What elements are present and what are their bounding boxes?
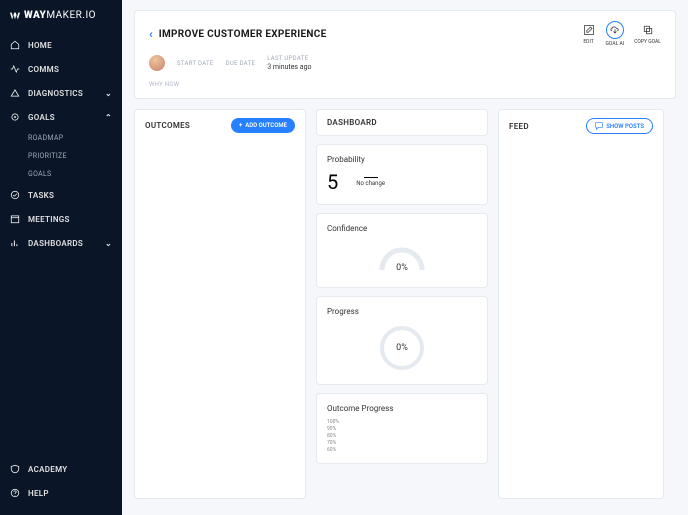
feed-panel: FEED SHOW POSTS xyxy=(498,109,664,499)
confidence-gauge: 0% xyxy=(377,243,427,273)
sidebar-item-label: COMMS xyxy=(28,65,59,74)
no-change-text: No change xyxy=(356,180,385,187)
action-label: GOAL AI xyxy=(606,41,625,47)
dashboard-panel: DASHBOARD Probability 5 No change Confid… xyxy=(316,109,488,499)
tick-label: 80% xyxy=(327,433,477,439)
meta-label: LAST UPDATE xyxy=(267,55,311,62)
no-change-indicator: No change xyxy=(356,177,385,187)
meta-label: START DATE xyxy=(177,60,214,67)
edit-goal-button[interactable]: EDIT xyxy=(582,23,596,45)
sidebar-item-comms[interactable]: COMMS xyxy=(0,57,122,81)
sidebar: WAYMAKER.IO HOME COMMS DIAGNOSTICS ⌄ GOA… xyxy=(0,0,122,515)
sidebar-subitem-prioritize[interactable]: PRIORITIZE xyxy=(0,147,122,165)
activity-icon xyxy=(10,64,20,74)
outcome-progress-ticks: 100% 90% 80% 70% 60% xyxy=(327,419,477,453)
last-update-field: LAST UPDATE 3 minutes ago xyxy=(267,55,311,71)
avatar xyxy=(149,55,165,71)
bar-chart-icon xyxy=(10,238,20,248)
sidebar-item-label: GOALS xyxy=(28,113,55,122)
sidebar-subitem-label: PRIORITIZE xyxy=(28,152,67,160)
chevron-down-icon: ⌄ xyxy=(105,239,112,248)
triangle-icon xyxy=(10,88,20,98)
sidebar-item-label: DASHBOARDS xyxy=(28,239,83,248)
panel-title: FEED xyxy=(509,122,529,131)
goal-ai-button[interactable]: GOAL AI xyxy=(606,21,625,47)
sidebar-item-goals[interactable]: GOALS ⌃ xyxy=(0,105,122,129)
logo: WAYMAKER.IO xyxy=(0,10,122,33)
outcome-progress-card: Outcome Progress 100% 90% 80% 70% 60% xyxy=(316,393,488,464)
progress-card: Progress 0% xyxy=(316,296,488,385)
sidebar-item-tasks[interactable]: TASKS xyxy=(0,183,122,207)
card-label: Confidence xyxy=(327,224,477,233)
sidebar-item-meetings[interactable]: MEETINGS xyxy=(0,207,122,231)
outcomes-panel: OUTCOMES + ADD OUTCOME xyxy=(134,109,306,499)
check-circle-icon xyxy=(10,190,20,200)
sidebar-subitem-label: GOALS xyxy=(28,170,52,178)
card-label: Probability xyxy=(327,155,477,164)
probability-card: Probability 5 No change xyxy=(316,144,488,205)
chevron-up-icon: ⌃ xyxy=(105,113,112,122)
main: ‹ IMPROVE CUSTOMER EXPERIENCE EDIT GOAL … xyxy=(122,0,688,515)
target-icon xyxy=(10,112,20,122)
sidebar-item-label: MEETINGS xyxy=(28,215,70,224)
card-label: Progress xyxy=(327,307,477,316)
tick-label: 60% xyxy=(327,447,477,453)
button-label: ADD OUTCOME xyxy=(245,122,287,129)
tick-label: 100% xyxy=(327,419,477,425)
home-icon xyxy=(10,40,20,50)
tick-label: 70% xyxy=(327,440,477,446)
edit-icon xyxy=(582,23,596,37)
chevron-down-icon: ⌄ xyxy=(105,89,112,98)
tick-label: 90% xyxy=(327,426,477,432)
sidebar-item-academy[interactable]: ACADEMY xyxy=(0,457,122,481)
chat-icon xyxy=(595,122,603,130)
page-title: IMPROVE CUSTOMER EXPERIENCE xyxy=(159,29,327,40)
back-button[interactable]: ‹ xyxy=(149,27,153,41)
sidebar-item-label: DIAGNOSTICS xyxy=(28,89,83,98)
sidebar-item-label: TASKS xyxy=(28,191,54,200)
sidebar-subitem-roadmap[interactable]: ROADMAP xyxy=(0,129,122,147)
calendar-icon xyxy=(10,214,20,224)
due-date-field: DUE DATE xyxy=(226,60,256,67)
help-icon xyxy=(10,488,20,498)
dash-icon xyxy=(364,177,378,178)
meta-value: 3 minutes ago xyxy=(267,63,311,71)
sidebar-subitem-label: ROADMAP xyxy=(28,134,63,142)
probability-value: 5 xyxy=(327,170,338,194)
add-outcome-button[interactable]: + ADD OUTCOME xyxy=(231,118,295,133)
sidebar-item-help[interactable]: HELP xyxy=(0,481,122,505)
logo-mark-icon xyxy=(10,11,20,21)
progress-value: 0% xyxy=(396,343,408,353)
copy-goal-button[interactable]: COPY GOAL xyxy=(634,23,661,45)
meta-label: DUE DATE xyxy=(226,60,256,67)
start-date-field: START DATE xyxy=(177,60,214,67)
sidebar-item-diagnostics[interactable]: DIAGNOSTICS ⌄ xyxy=(0,81,122,105)
confidence-card: Confidence 0% xyxy=(316,213,488,288)
plus-icon: + xyxy=(239,122,242,129)
progress-circle: 0% xyxy=(380,326,424,370)
sidebar-item-dashboards[interactable]: DASHBOARDS ⌄ xyxy=(0,231,122,255)
cloud-download-icon xyxy=(606,21,624,39)
nav: HOME COMMS DIAGNOSTICS ⌄ GOALS ⌃ ROADMAP… xyxy=(0,33,122,457)
sidebar-subitem-goals[interactable]: GOALS xyxy=(0,165,122,183)
sidebar-item-label: ACADEMY xyxy=(28,465,67,474)
button-label: SHOW POSTS xyxy=(606,123,644,130)
sidebar-item-home[interactable]: HOME xyxy=(0,33,122,57)
panel-title: OUTCOMES xyxy=(145,121,190,130)
goal-header-card: ‹ IMPROVE CUSTOMER EXPERIENCE EDIT GOAL … xyxy=(134,10,676,99)
action-label: COPY GOAL xyxy=(634,39,661,45)
shield-icon xyxy=(10,464,20,474)
why-now-label: WHY NOW xyxy=(149,81,661,88)
sidebar-item-label: HOME xyxy=(28,41,52,50)
card-label: Outcome Progress xyxy=(327,404,477,413)
sidebar-bottom: ACADEMY HELP xyxy=(0,457,122,515)
copy-icon xyxy=(641,23,655,37)
sidebar-item-label: HELP xyxy=(28,489,49,498)
action-label: EDIT xyxy=(583,39,593,45)
show-posts-button[interactable]: SHOW POSTS xyxy=(586,118,653,134)
panel-title: DASHBOARD xyxy=(327,118,377,127)
gauge-value: 0% xyxy=(377,263,427,273)
